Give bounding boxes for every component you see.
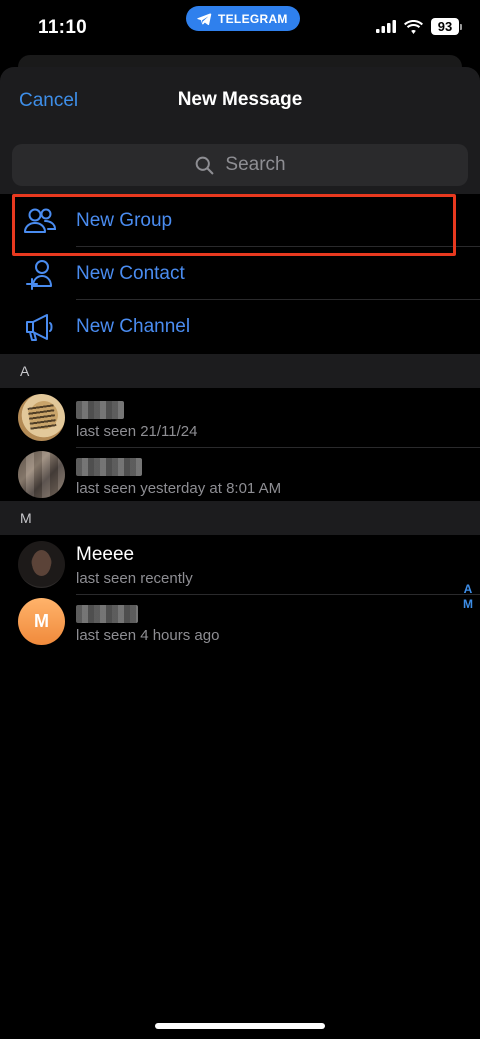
battery-icon: 93 bbox=[431, 18, 462, 35]
search-placeholder: Search bbox=[225, 154, 286, 175]
contact-status: last seen recently bbox=[76, 570, 193, 587]
pill-label: TELEGRAM bbox=[218, 11, 288, 26]
avatar bbox=[18, 451, 65, 498]
avatar bbox=[18, 394, 65, 441]
megaphone-icon bbox=[22, 309, 58, 345]
new-channel-button[interactable]: New Channel bbox=[0, 300, 480, 353]
wifi-icon bbox=[404, 19, 423, 34]
new-message-sheet: Cancel New Message Search New Group New … bbox=[0, 67, 480, 1039]
home-indicator bbox=[155, 1023, 325, 1029]
new-contact-button[interactable]: New Contact bbox=[0, 247, 480, 300]
contact-name: Meeee bbox=[76, 544, 135, 565]
avatar-initial: M bbox=[34, 611, 49, 631]
contact-status: last seen yesterday at 8:01 AM bbox=[76, 480, 282, 497]
contact-status: last seen 4 hours ago bbox=[76, 627, 220, 644]
new-channel-label: New Channel bbox=[76, 315, 191, 337]
add-contact-icon bbox=[22, 256, 58, 292]
status-bar: 11:10 TELEGRAM 93 bbox=[0, 0, 480, 58]
section-header-m: M bbox=[0, 501, 480, 535]
telegram-pill[interactable]: TELEGRAM bbox=[186, 6, 300, 31]
contact-status: last seen 21/11/24 bbox=[76, 423, 198, 440]
section-header-a: A bbox=[0, 354, 480, 388]
search-icon bbox=[196, 156, 214, 174]
new-group-button[interactable]: New Group bbox=[0, 194, 480, 247]
page-title: New Message bbox=[177, 89, 303, 110]
action-list: New Group New Contact New Channel bbox=[0, 194, 480, 353]
avatar bbox=[18, 541, 65, 588]
index-letter-m[interactable]: M bbox=[463, 597, 473, 611]
group-icon bbox=[22, 203, 58, 239]
index-letter-a[interactable]: A bbox=[464, 582, 473, 596]
contact-name-redacted bbox=[76, 401, 124, 419]
new-group-label: New Group bbox=[76, 209, 173, 231]
contact-row[interactable]: last seen 21/11/24 bbox=[0, 390, 480, 448]
avatar: M bbox=[18, 598, 65, 645]
contact-name-redacted bbox=[76, 458, 142, 476]
contact-row[interactable]: last seen yesterday at 8:01 AM bbox=[0, 447, 450, 503]
alphabet-index[interactable]: A M bbox=[463, 582, 473, 611]
cellular-signal-icon bbox=[376, 20, 396, 33]
contact-row[interactable]: M last seen 4 hours ago bbox=[0, 594, 450, 650]
status-time: 11:10 bbox=[38, 17, 88, 38]
contact-row[interactable]: Meeee last seen recently bbox=[0, 537, 480, 595]
battery-level: 93 bbox=[431, 18, 459, 35]
status-indicators: 93 bbox=[376, 18, 462, 35]
telegram-icon bbox=[197, 12, 212, 25]
contact-name-redacted bbox=[76, 605, 138, 623]
new-contact-label: New Contact bbox=[76, 262, 185, 284]
search-input[interactable]: Search bbox=[12, 144, 468, 186]
